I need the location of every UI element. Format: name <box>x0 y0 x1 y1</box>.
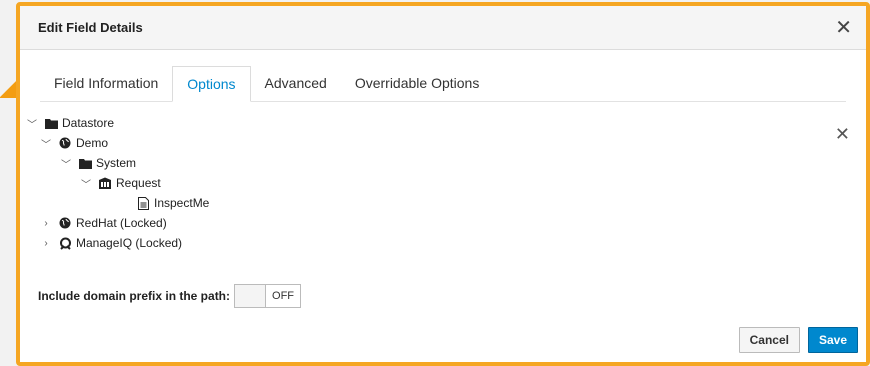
globe-icon <box>58 137 72 149</box>
tree-node-redhat[interactable]: › RedHat (Locked) <box>26 213 209 233</box>
domain-prefix-toggle[interactable]: OFF <box>234 284 302 308</box>
chevron-down-icon[interactable]: ﹀ <box>26 116 38 131</box>
chevron-down-icon[interactable]: ﹀ <box>80 176 92 191</box>
save-button[interactable]: Save <box>807 327 858 353</box>
cancel-button[interactable]: Cancel <box>738 327 800 353</box>
tree-node-label: Request <box>116 176 161 190</box>
manageiq-icon <box>58 237 72 250</box>
tree-node-manageiq[interactable]: › ManageIQ (Locked) <box>26 233 209 253</box>
globe-icon <box>58 217 72 229</box>
tree-node-label: InspectMe <box>154 196 210 210</box>
dialog-header: Edit Field Details ✕ <box>20 6 866 50</box>
tree-node-label: RedHat (Locked) <box>76 216 167 230</box>
tree-node-label: System <box>96 156 137 170</box>
domain-prefix-row: Include domain prefix in the path: OFF <box>38 284 302 308</box>
tree-node-datastore[interactable]: ﹀ Datastore <box>26 113 209 133</box>
chevron-down-icon[interactable]: ﹀ <box>60 156 72 171</box>
dialog-footer: Cancel Save <box>738 327 858 353</box>
tab-advanced[interactable]: Advanced <box>251 66 341 101</box>
chevron-right-icon[interactable]: › <box>40 238 52 249</box>
tree-node-inspectme[interactable]: InspectMe <box>26 193 209 213</box>
tab-options[interactable]: Options <box>172 66 251 102</box>
tree-node-label: Demo <box>76 136 109 150</box>
tree-node-request[interactable]: ﹀ Request <box>26 173 209 193</box>
tree-node-label: ManageIQ (Locked) <box>76 236 183 250</box>
domain-prefix-label: Include domain prefix in the path: <box>38 289 231 303</box>
tree-node-label: Datastore <box>62 116 115 130</box>
chevron-right-icon[interactable]: › <box>40 218 52 229</box>
toggle-state: OFF <box>272 290 295 302</box>
chevron-down-icon[interactable]: ﹀ <box>40 136 52 151</box>
tab-bar: Field Information Options Advanced Overr… <box>40 66 846 102</box>
tab-field-information[interactable]: Field Information <box>40 66 172 101</box>
dialog-close-icon[interactable]: ✕ <box>835 18 852 38</box>
toggle-knob <box>235 285 267 307</box>
tree-node-system[interactable]: ﹀ System <box>26 153 209 173</box>
class-icon <box>98 177 112 189</box>
folder-icon <box>44 118 58 129</box>
document-icon <box>136 196 150 210</box>
folder-icon <box>78 158 92 169</box>
tree-clear-icon[interactable]: ✕ <box>835 124 850 145</box>
dialog-title: Edit Field Details <box>38 20 143 35</box>
datastore-tree: ﹀ Datastore ﹀ Demo ﹀ System ﹀ Request In… <box>26 113 209 253</box>
tab-overridable-options[interactable]: Overridable Options <box>341 66 494 101</box>
tree-node-demo[interactable]: ﹀ Demo <box>26 133 209 153</box>
